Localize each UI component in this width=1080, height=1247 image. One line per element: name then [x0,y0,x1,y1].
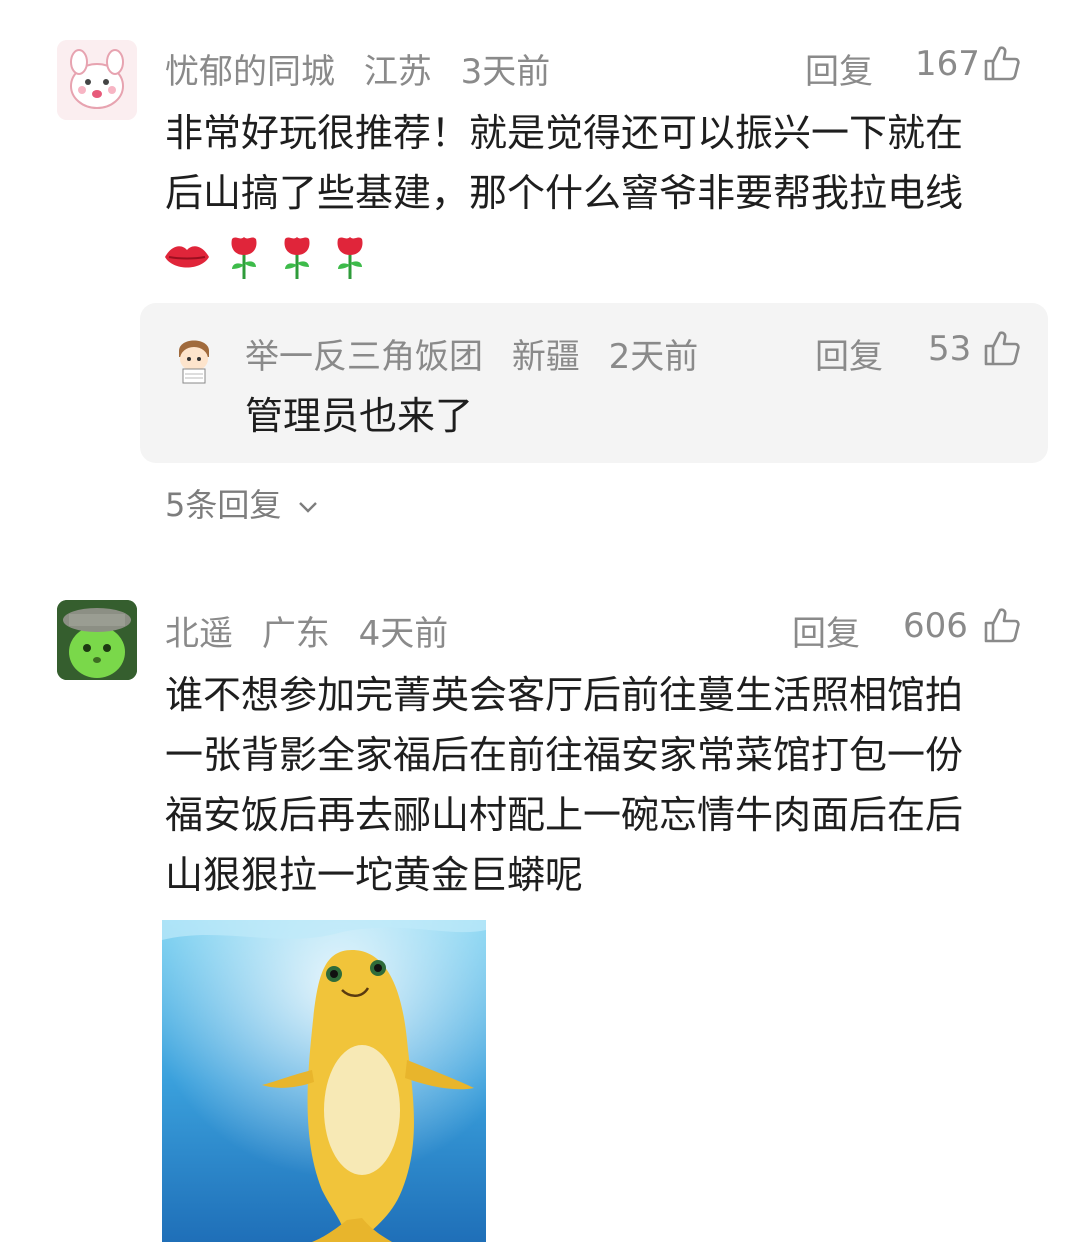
lips-emoji-icon [165,246,209,268]
rose-emoji-icon [284,237,310,279]
emoji-row [163,233,378,281]
cartoon-avatar-icon [57,40,137,120]
comment-meta: 北遥 广东 4天前 [165,606,466,655]
reply-button[interactable]: 回复 [792,606,860,655]
username[interactable]: 北遥 [165,614,233,654]
rose-emoji-icon [337,237,363,279]
text-line: 后山搞了些基建，那个什么窨爷非要帮我拉电线 [165,171,964,215]
username[interactable]: 举一反三角饭团 [245,337,483,377]
timestamp: 3天前 [460,52,551,92]
location: 新疆 [511,337,580,377]
location: 广东 [261,614,330,654]
comment-image[interactable] [162,920,486,1242]
rose-emoji-icon [231,237,257,279]
text-line: 福安饭后再去郦山村配上一碗忘情牛肉面后在后 [165,793,964,837]
location: 江苏 [363,52,432,92]
comment-meta: 忧郁的同城 江苏 3天前 [165,44,568,93]
green-cat-avatar-icon [57,600,137,680]
text-line: 山狠狠拉一坨黄金巨蟒呢 [165,853,584,897]
avatar[interactable] [165,327,223,385]
timestamp: 4天前 [358,614,449,654]
yellow-dolphin-sticker-icon [162,920,486,1242]
comment-text: 非常好玩很推荐！就是觉得还可以振兴一下就在 后山搞了些基建，那个什么窨爷非要帮我… [165,103,1025,223]
thumbs-up-icon[interactable] [982,329,1022,369]
reply-button[interactable]: 回复 [815,329,883,378]
expand-replies-button[interactable]: 5条回复 [165,480,320,526]
thumbs-up-icon[interactable] [982,44,1022,84]
more-replies-label: 5条回复 [165,486,282,524]
like-count: 53 [928,329,972,369]
comment-text: 谁不想参加完菁英会客厅后前往蔓生活照相馆拍 一张背影全家福后在前往福安家常菜馆打… [165,665,1045,905]
chevron-down-icon [298,502,317,513]
like-count: 606 [903,606,968,646]
reply-button[interactable]: 回复 [805,44,873,93]
chibi-avatar-icon [165,327,223,385]
text-line: 一张背影全家福后在前往福安家常菜馆打包一份 [165,733,964,777]
avatar[interactable] [57,40,137,120]
like-count: 167 [915,44,980,84]
text-line: 非常好玩很推荐！就是觉得还可以振兴一下就在 [165,111,964,155]
sub-reply-text: 管理员也来了 [245,394,474,438]
thumbs-up-icon[interactable] [982,606,1022,646]
timestamp: 2天前 [608,337,699,377]
username[interactable]: 忧郁的同城 [165,52,335,92]
text-line: 谁不想参加完菁英会客厅后前往蔓生活照相馆拍 [165,673,964,717]
sub-reply-meta: 举一反三角饭团 新疆 2天前 [245,329,716,378]
avatar[interactable] [57,600,137,680]
